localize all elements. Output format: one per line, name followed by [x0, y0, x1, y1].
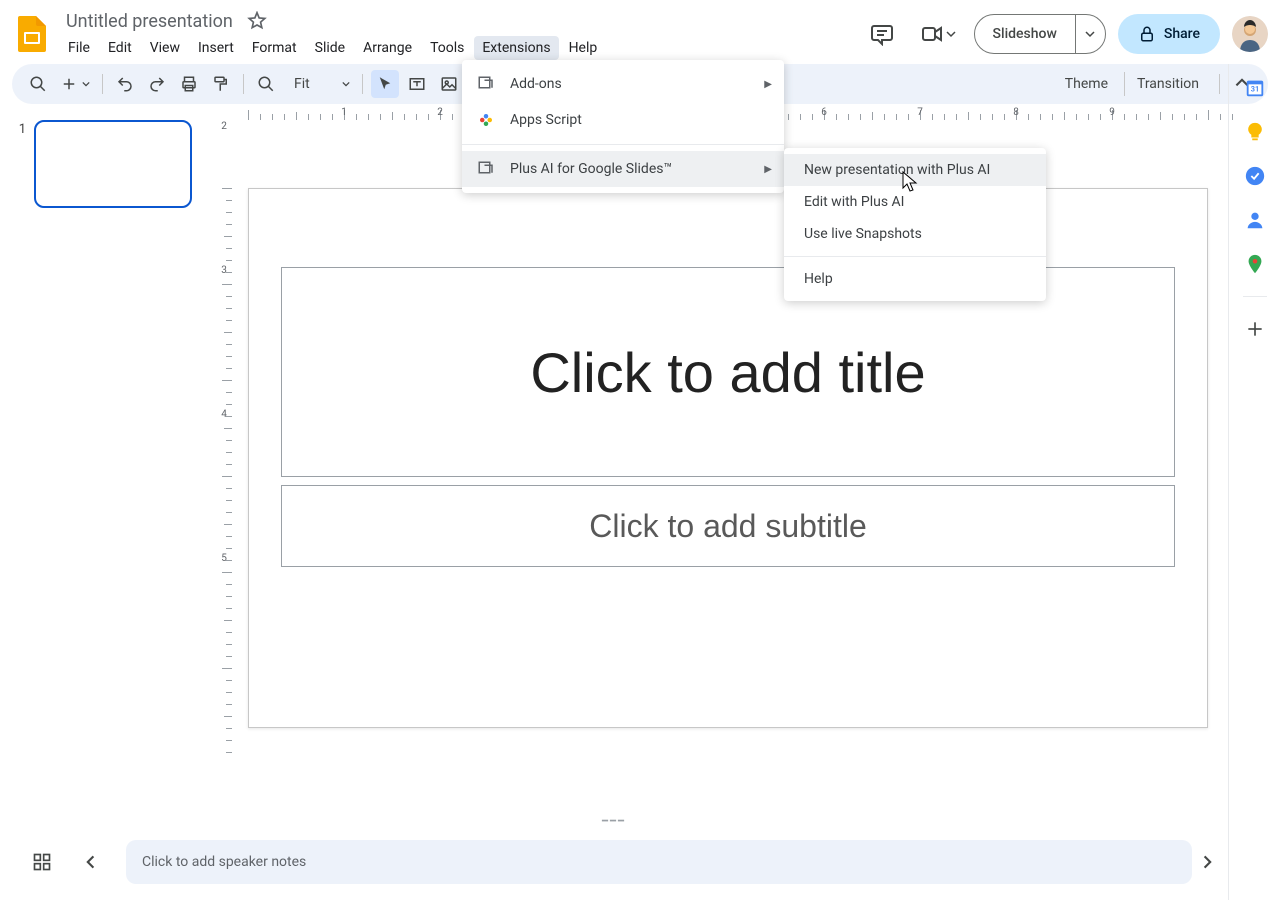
document-title[interactable]: Untitled presentation: [60, 9, 239, 34]
main-area: 1 123456789 12345 Click to add title Cli…: [0, 104, 1280, 900]
menubar: File Edit View Insert Format Slide Arran…: [60, 36, 605, 60]
collapse-filmstrip-icon[interactable]: [74, 844, 110, 880]
print-icon[interactable]: [175, 70, 203, 98]
submenu-snapshots[interactable]: Use live Snapshots: [784, 218, 1046, 250]
new-slide-button[interactable]: [56, 70, 94, 98]
subtitle-textbox[interactable]: Click to add subtitle: [281, 485, 1175, 567]
menu-help[interactable]: Help: [561, 36, 606, 60]
menu-separator: [784, 256, 1046, 257]
speaker-notes[interactable]: Click to add speaker notes: [126, 840, 1192, 884]
slides-logo[interactable]: [12, 14, 52, 54]
menu-plus-ai-label: Plus AI for Google Slides™: [510, 161, 672, 177]
menu-file[interactable]: File: [60, 36, 98, 60]
grid-view-icon[interactable]: [24, 844, 60, 880]
apps-script-icon: [476, 110, 496, 130]
submenu-arrow-icon: ▶: [764, 79, 772, 90]
filmstrip: 1: [0, 104, 210, 900]
menu-view[interactable]: View: [142, 36, 188, 60]
calendar-icon[interactable]: 31: [1243, 76, 1267, 100]
menu-addons-label: Add-ons: [510, 76, 562, 92]
vertical-ruler: 12345: [216, 120, 232, 900]
submenu-help-label: Help: [804, 271, 833, 287]
menu-extensions[interactable]: Extensions: [474, 36, 558, 60]
menu-tools[interactable]: Tools: [422, 36, 472, 60]
menu-format[interactable]: Format: [244, 36, 305, 60]
submenu-new-presentation-label: New presentation with Plus AI: [804, 162, 990, 178]
explore-icon[interactable]: [1188, 844, 1224, 880]
bottom-bar: ━━━ Click to add speaker notes: [0, 824, 1228, 900]
side-panel: 31: [1228, 64, 1280, 900]
zoom-icon[interactable]: [252, 70, 280, 98]
share-button[interactable]: Share: [1118, 14, 1220, 54]
menu-addons[interactable]: Add-ons ▶: [462, 66, 784, 102]
subtitle-placeholder: Click to add subtitle: [589, 508, 866, 545]
menu-arrange[interactable]: Arrange: [355, 36, 420, 60]
submenu-help[interactable]: Help: [784, 263, 1046, 295]
slide-thumbnail[interactable]: [34, 120, 192, 208]
select-tool-icon[interactable]: [371, 70, 399, 98]
meet-icon[interactable]: [914, 14, 962, 54]
menu-apps-script-label: Apps Script: [510, 112, 582, 128]
menu-edit[interactable]: Edit: [100, 36, 140, 60]
theme-button[interactable]: Theme: [1053, 72, 1120, 96]
menu-slide[interactable]: Slide: [307, 36, 353, 60]
get-addons-icon[interactable]: [1243, 317, 1267, 341]
transition-button[interactable]: Transition: [1124, 72, 1211, 96]
lock-icon: [1138, 25, 1156, 43]
image-icon[interactable]: [435, 70, 463, 98]
slideshow-main[interactable]: Slideshow: [975, 26, 1075, 42]
slideshow-button: Slideshow: [974, 14, 1106, 54]
slideshow-dropdown[interactable]: [1075, 15, 1105, 53]
title-placeholder: Click to add title: [530, 340, 925, 405]
contacts-icon[interactable]: [1243, 208, 1267, 232]
avatar[interactable]: [1232, 16, 1268, 52]
zoom-value: Fit: [288, 76, 316, 92]
resize-grip-icon[interactable]: ━━━: [602, 816, 626, 827]
plus-ai-icon: [476, 159, 496, 179]
submenu-snapshots-label: Use live Snapshots: [804, 226, 922, 242]
maps-icon[interactable]: [1243, 252, 1267, 276]
menu-separator: [462, 144, 784, 145]
textbox-icon[interactable]: [403, 70, 431, 98]
submenu-edit-label: Edit with Plus AI: [804, 194, 904, 210]
keep-icon[interactable]: [1243, 120, 1267, 144]
menu-apps-script[interactable]: Apps Script: [462, 102, 784, 138]
slide-number: 1: [12, 120, 26, 208]
star-icon[interactable]: [247, 11, 267, 31]
canvas-area: 123456789 12345 Click to add title Click…: [210, 104, 1280, 900]
svg-text:31: 31: [1250, 85, 1258, 94]
menu-plus-ai[interactable]: Plus AI for Google Slides™ ▶: [462, 151, 784, 187]
zoom-dropdown[interactable]: Fit: [284, 70, 354, 98]
plus-ai-submenu: New presentation with Plus AI Edit with …: [784, 148, 1046, 301]
menu-insert[interactable]: Insert: [190, 36, 242, 60]
share-label: Share: [1164, 26, 1200, 42]
submenu-edit[interactable]: Edit with Plus AI: [784, 186, 1046, 218]
submenu-arrow-icon: ▶: [764, 164, 772, 175]
comments-icon[interactable]: [862, 14, 902, 54]
app-header: Untitled presentation File Edit View Ins…: [0, 0, 1280, 60]
search-menus-icon[interactable]: [24, 70, 52, 98]
redo-icon[interactable]: [143, 70, 171, 98]
slide-canvas[interactable]: Click to add title Click to add subtitle: [248, 188, 1208, 728]
undo-icon[interactable]: [111, 70, 139, 98]
tasks-icon[interactable]: [1243, 164, 1267, 188]
addon-icon: [476, 74, 496, 94]
extensions-dropdown: Add-ons ▶ Apps Script Plus AI for Google…: [462, 60, 784, 193]
submenu-new-presentation[interactable]: New presentation with Plus AI: [784, 154, 1046, 186]
